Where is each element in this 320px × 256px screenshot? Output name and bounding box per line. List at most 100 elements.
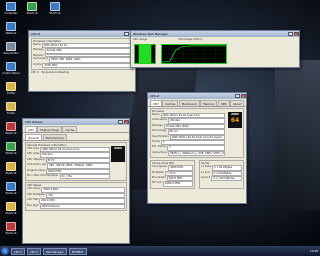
general-section: General Processor Information CPU Type AM… [25, 142, 127, 182]
cpu-usage-labels: CPU Usage CPU Usage History [133, 38, 297, 41]
cache-section: Cache L1 Data 2 x 64 KBytes L1 Inst. 2 x 6… [199, 160, 244, 189]
tab-memory[interactable]: Memory [200, 100, 218, 106]
amd-logo-number: 64 [230, 117, 240, 124]
taskbar: CPU-Z CPU-Z Task Manager EVEREST 12:00 [0, 246, 320, 256]
cpu-usage-meter [134, 44, 156, 64]
amd-logo-text: AMD [231, 112, 239, 116]
desktop-icon[interactable]: Shortcut [1, 142, 21, 155]
window-title: Windows Task Manager [133, 32, 168, 36]
desktop-icon[interactable]: Network [1, 22, 21, 35]
desktop-icon[interactable]: Folder [1, 82, 21, 95]
tab-spd[interactable]: SPD [217, 100, 230, 106]
shortcut-icon [6, 122, 16, 131]
tab-feature-flags[interactable]: Feature Flags [37, 126, 62, 132]
desktop-icon-label: Shortcut [5, 192, 17, 195]
cpu-history-label: CPU Usage History [178, 38, 203, 41]
info-row: Min / Max CPU Multiplier 5x / 15x [27, 174, 110, 180]
everest-subtabs: General Manufacturer [23, 133, 129, 141]
footer-row: CPU 0 - Temperature Reading [31, 71, 133, 74]
row-value: AMD Hammer [39, 203, 125, 210]
start-button[interactable] [1, 247, 9, 255]
footer-text: CPU 0 - Temperature Reading [31, 71, 70, 75]
desktop-icon[interactable]: Shortcut [1, 182, 21, 195]
desktop-icon[interactable]: Shortcut [1, 122, 21, 135]
speed-section: CPU Speed CPU Clock 3000.4 MHz CPU Multip… [25, 182, 127, 212]
desktop-icon[interactable]: Recycle Bin [1, 42, 21, 55]
clocks-section: Clocks (Core #0) Core Speed 3000 MHz Mult… [150, 160, 195, 189]
computer-icon [6, 2, 16, 11]
minimize-button[interactable]: – [234, 94, 240, 99]
shortcut-icon [6, 182, 16, 191]
info-row: Bus Type AMD Hammer [27, 203, 125, 210]
desktop-icon-label: Network [5, 32, 17, 35]
tab-mainboard[interactable]: Mainboard [178, 100, 200, 106]
subtab-general[interactable]: General [25, 134, 43, 140]
minimize-button[interactable]: – [287, 32, 293, 37]
tab-cpu[interactable]: CPU [25, 126, 37, 132]
tab-about[interactable]: About [230, 100, 245, 106]
info-row: Clocks 3000 MHz [33, 62, 131, 69]
shortcut-icon [6, 202, 16, 211]
cpuz-tabs: CPU Caches Mainboard Memory SPD About [148, 99, 246, 107]
tab-cache[interactable]: Cache [62, 126, 78, 132]
taskbar-button[interactable]: CPU-Z [11, 247, 25, 255]
row-value: 1000.0 MHz [162, 181, 193, 187]
amd-logo: AMD 64 [228, 112, 242, 128]
desktop-icon-label: Folder [6, 92, 15, 95]
processor-section: Processor Information Name AMD Athlon 64 … [31, 38, 133, 71]
desktop-icon[interactable]: Control Panel [1, 62, 21, 75]
desktop-icon[interactable]: Computer [1, 2, 21, 15]
tray-clock[interactable]: 12:00 [310, 249, 318, 253]
tab-cpu[interactable]: CPU [150, 100, 162, 106]
taskbar-button[interactable]: EVEREST [68, 247, 87, 255]
close-button[interactable]: × [240, 94, 246, 99]
recycle-bin-icon [6, 42, 16, 51]
info-row: Level 22 x 1024 KBytes [201, 176, 242, 182]
desktop-icon-label: Shortcut [49, 12, 61, 15]
desktop-icon-label: Shortcut [5, 172, 17, 175]
desktop-icon[interactable]: Shortcut [1, 222, 21, 235]
amd-logo: AMD [111, 146, 125, 162]
desktop-icon[interactable]: Shortcut [1, 162, 21, 175]
cpu-usage-fill [138, 45, 152, 63]
control-panel-icon [6, 62, 16, 71]
desktop-icon-label: Shortcut [5, 232, 17, 235]
shortcut-icon [6, 142, 16, 151]
row-key: Clocks [33, 62, 42, 66]
desktop-icon[interactable]: Shortcut [1, 202, 21, 215]
taskbar-button[interactable]: CPU-Z [27, 247, 41, 255]
tab-caches[interactable]: Caches [162, 100, 179, 106]
row-value: 5x / 15x [59, 174, 110, 180]
network-icon [6, 22, 16, 31]
info-row: HT Link 1000.0 MHz [152, 181, 193, 187]
close-button[interactable]: × [123, 120, 129, 125]
shortcut-icon [50, 2, 60, 11]
row-key: Min / Max CPU Multiplier [27, 174, 59, 178]
desktop-icon-label: Shortcut [5, 212, 17, 215]
desktop-icon[interactable]: Folder [1, 102, 21, 115]
cpuz-main-window[interactable]: CPU-Z – × CPU Caches Mainboard Memory SPD… [147, 92, 247, 204]
everest-window[interactable]: CPU Details – × CPU Feature Flags Cache G… [22, 118, 130, 244]
task-manager-titlebar[interactable]: Windows Task Manager – × [131, 31, 299, 37]
shortcut-icon [6, 162, 16, 171]
desktop-icon[interactable]: Shortcut [22, 2, 42, 15]
taskbar-button[interactable]: Task Manager [43, 247, 67, 255]
cpu-history-graph [161, 44, 227, 64]
folder-icon [6, 102, 16, 111]
desktop-icon-label: Shortcut [5, 152, 17, 155]
row-value: 2 x 1024 KBytes [211, 176, 242, 182]
amd-logo-text: AMD [114, 146, 122, 150]
subtab-manufacturer[interactable]: Manufacturer [42, 134, 68, 140]
desktop-icon[interactable]: Shortcut [45, 2, 65, 15]
close-button[interactable]: × [293, 32, 299, 37]
desktop-icon-label: Control Panel [2, 72, 20, 75]
window-title: CPU-Z [31, 32, 41, 36]
task-manager-window[interactable]: Windows Task Manager – × CPU Usage CPU Us… [130, 30, 300, 68]
cpuz-small-titlebar[interactable]: CPU-Z –× [29, 31, 135, 37]
minimize-button[interactable]: – [117, 120, 123, 125]
minimize-button[interactable]: – [123, 32, 129, 37]
cpu-usage-label: CPU Usage [133, 38, 148, 41]
cpuz-small-window[interactable]: CPU-Z –× Processor Information NameAMD A… [28, 30, 136, 92]
graph-grid [162, 45, 226, 63]
everest-tabs: CPU Feature Flags Cache [23, 125, 129, 133]
